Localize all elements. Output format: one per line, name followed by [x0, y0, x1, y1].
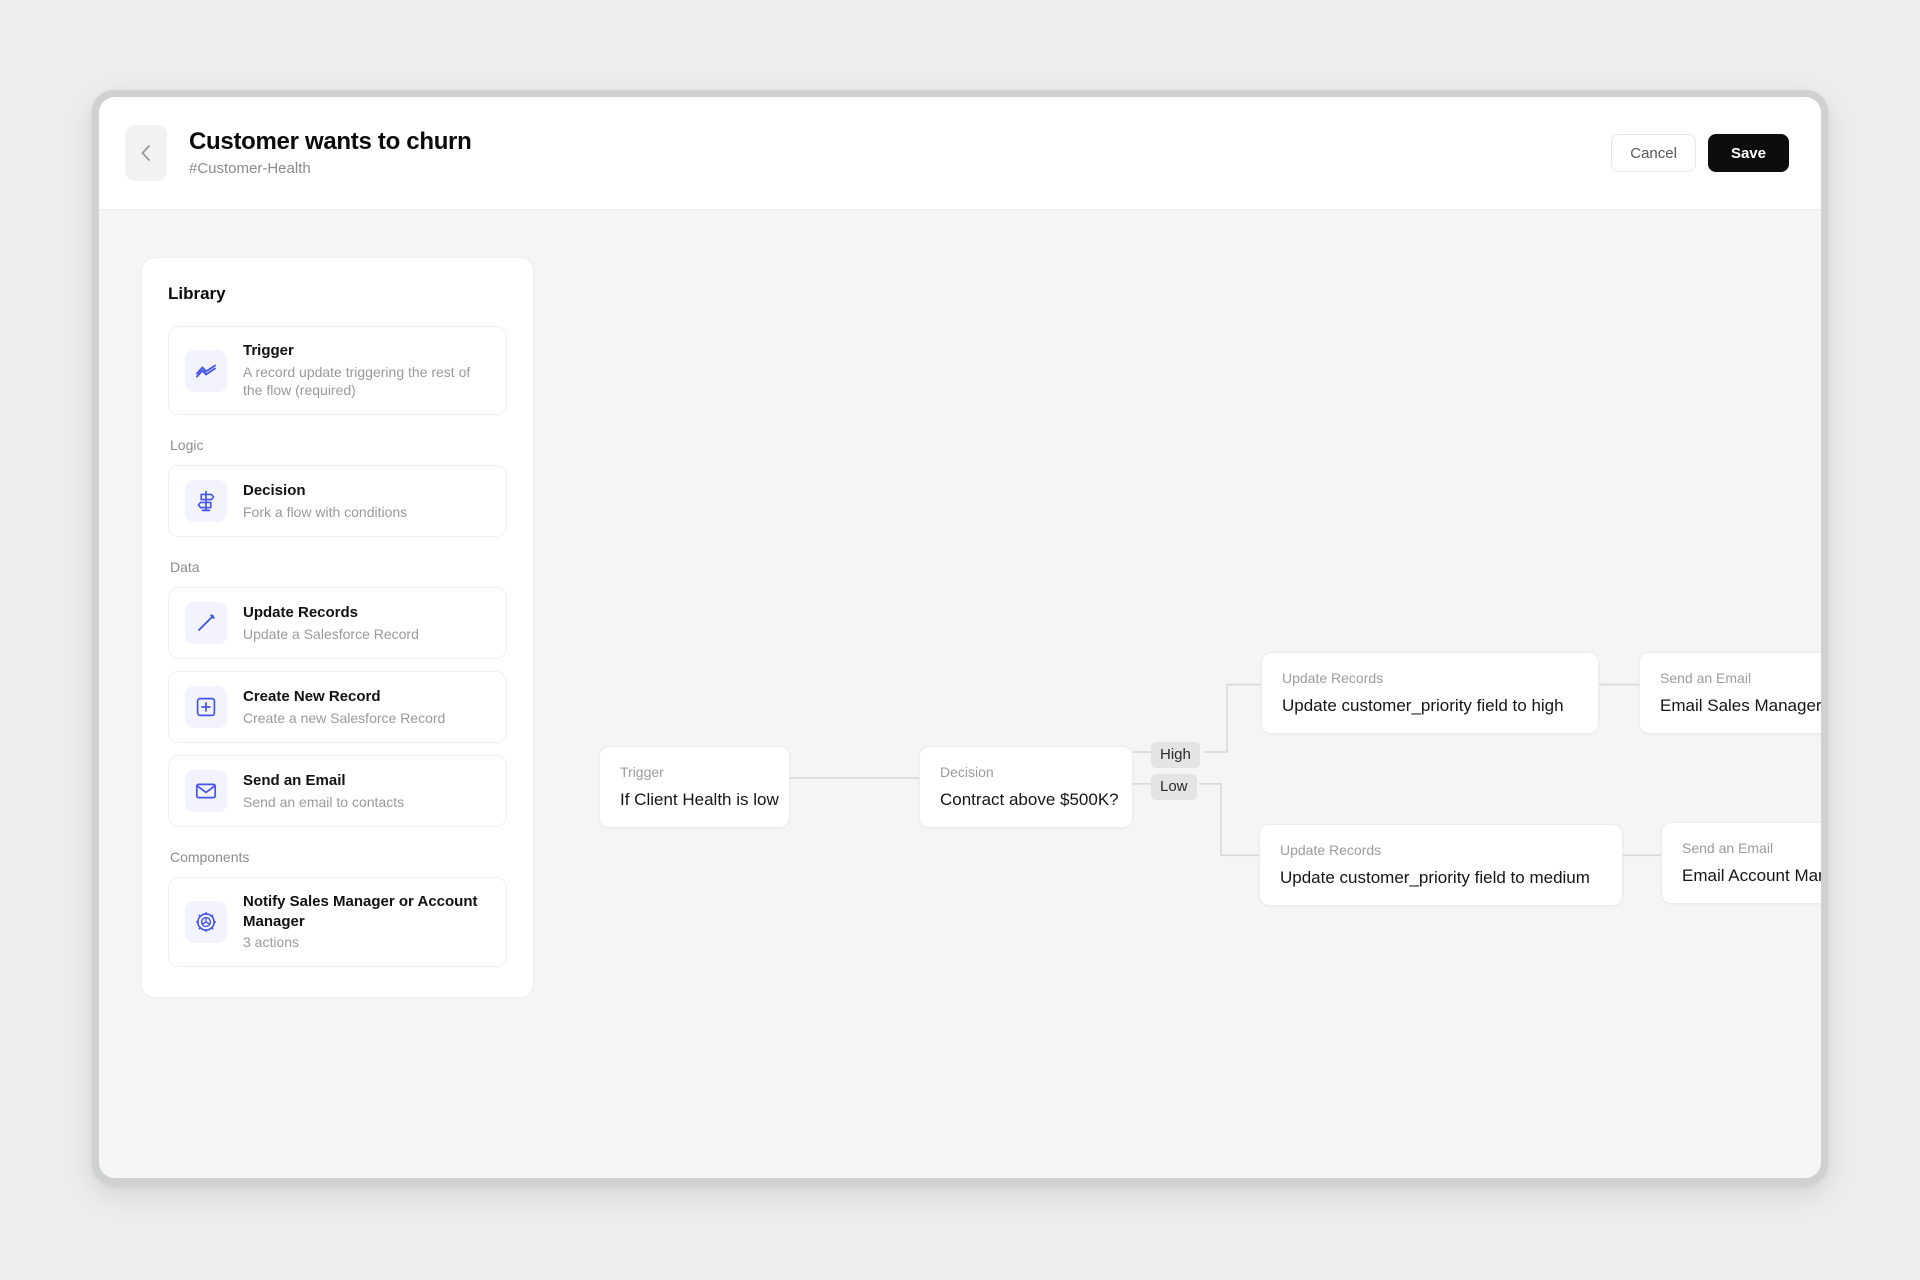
flow-node-kind: Decision [940, 764, 994, 780]
header-titles: Customer wants to churn #Customer-Health [189, 127, 472, 179]
flow-node-kind: Update Records [1280, 842, 1382, 858]
flow-node-email-account-manager[interactable]: Send an Email Email Account Manager [1661, 822, 1821, 905]
flow-node-kind: Trigger [620, 764, 664, 780]
save-button[interactable]: Save [1707, 134, 1789, 172]
flow-node-kind: Send an Email [1660, 670, 1752, 686]
workspace: Library Trigger A record update triggeri… [99, 210, 1821, 1178]
flow-node-title: Email Sales Manager [1660, 696, 1821, 716]
cancel-button[interactable]: Cancel [1611, 134, 1696, 172]
flow-node-trigger[interactable]: Trigger If Client Health is low [599, 746, 790, 829]
flow-canvas[interactable]: Trigger If Client Health is low Decision… [99, 210, 1821, 1178]
flow-node-title: Contract above $500K? [940, 790, 1119, 810]
flow-node-title: If Client Health is low [620, 790, 779, 810]
page-title: Customer wants to churn [189, 127, 472, 155]
flow-node-title: Email Account Manager [1682, 866, 1821, 886]
flow-node-title: Update customer_priority field to high [1282, 696, 1564, 716]
app-header: Customer wants to churn #Customer-Health… [99, 97, 1821, 210]
back-button[interactable] [125, 125, 167, 181]
flow-node-update-high[interactable]: Update Records Update customer_priority … [1261, 652, 1599, 735]
device-frame: Customer wants to churn #Customer-Health… [92, 90, 1828, 1185]
header-actions: Cancel Save [1611, 134, 1789, 172]
app-window: Customer wants to churn #Customer-Health… [99, 97, 1821, 1178]
branch-chip-low[interactable]: Low [1151, 774, 1197, 801]
flow-node-kind: Update Records [1282, 670, 1384, 686]
flow-node-update-low[interactable]: Update Records Update customer_priority … [1259, 824, 1623, 907]
flow-node-title: Update customer_priority field to medium [1280, 868, 1590, 888]
chevron-left-icon [138, 141, 154, 165]
flow-node-decision[interactable]: Decision Contract above $500K? [919, 746, 1133, 829]
flow-node-email-sales-manager[interactable]: Send an Email Email Sales Manager [1639, 652, 1821, 735]
branch-chip-high[interactable]: High [1151, 742, 1200, 769]
page-subtitle: #Customer-Health [189, 160, 311, 178]
flow-node-kind: Send an Email [1682, 840, 1774, 856]
